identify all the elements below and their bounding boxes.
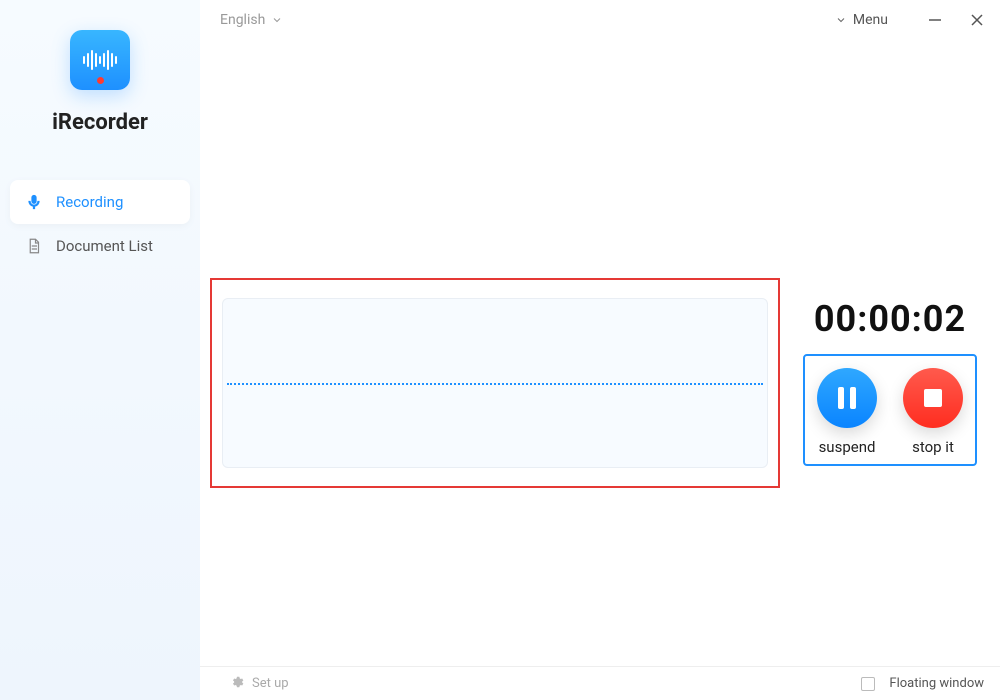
topbar: English Menu bbox=[200, 0, 1000, 40]
controls-box: suspend stop it bbox=[803, 354, 977, 466]
floating-window-label[interactable]: Floating window bbox=[889, 676, 984, 691]
setup-link[interactable]: Set up bbox=[252, 676, 289, 691]
waveform-midline bbox=[227, 383, 763, 385]
app-window: iRecorder Recording Document List Englis… bbox=[0, 0, 1000, 700]
mic-icon bbox=[24, 192, 44, 212]
pause-icon bbox=[817, 368, 877, 428]
sidebar-item-recording[interactable]: Recording bbox=[10, 180, 190, 224]
minimize-button[interactable] bbox=[928, 13, 942, 27]
menu-button[interactable]: Menu bbox=[835, 12, 888, 28]
sidebar-item-label: Document List bbox=[56, 237, 153, 255]
menu-label: Menu bbox=[853, 12, 888, 28]
sidebar-item-label: Recording bbox=[56, 193, 123, 211]
pause-button[interactable]: suspend bbox=[817, 368, 877, 456]
content-area: 00:00:02 suspend stop it bbox=[200, 40, 1000, 666]
document-icon bbox=[24, 236, 44, 256]
stop-label: stop it bbox=[912, 438, 954, 456]
gear-icon bbox=[230, 675, 244, 693]
stop-icon bbox=[903, 368, 963, 428]
recording-timer: 00:00:02 bbox=[814, 298, 966, 340]
waveform-panel bbox=[222, 298, 768, 468]
sidebar: iRecorder Recording Document List bbox=[0, 0, 200, 700]
app-title: iRecorder bbox=[52, 110, 148, 135]
recording-controls-block: 00:00:02 suspend stop it bbox=[795, 298, 985, 466]
close-button[interactable] bbox=[970, 13, 984, 27]
status-bar: Set up Floating window bbox=[200, 666, 1000, 700]
stop-button[interactable]: stop it bbox=[903, 368, 963, 456]
floating-window-checkbox[interactable] bbox=[861, 677, 875, 691]
sidebar-item-document-list[interactable]: Document List bbox=[10, 224, 190, 268]
app-logo bbox=[70, 30, 130, 90]
language-selector[interactable]: English bbox=[220, 12, 283, 28]
window-controls bbox=[928, 13, 984, 27]
language-label: English bbox=[220, 12, 265, 28]
logo-waveform-icon bbox=[79, 48, 121, 72]
sidebar-nav: Recording Document List bbox=[0, 180, 200, 268]
chevron-down-icon bbox=[271, 14, 283, 26]
chevron-down-icon bbox=[835, 14, 847, 26]
main-area: English Menu 00 bbox=[200, 0, 1000, 700]
pause-label: suspend bbox=[819, 438, 876, 456]
record-dot-icon bbox=[97, 77, 104, 84]
